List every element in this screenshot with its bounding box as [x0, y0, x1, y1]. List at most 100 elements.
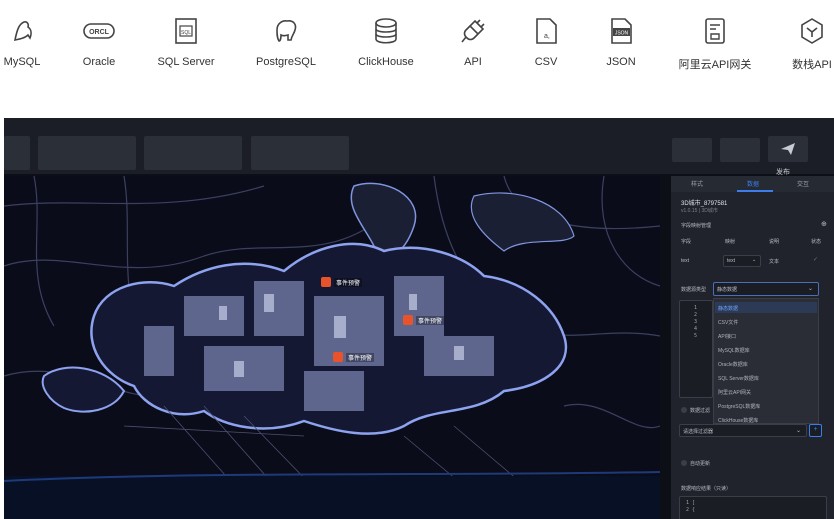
response-label: 数据响应结果（只读） [681, 486, 732, 492]
active-tab-indicator [737, 190, 773, 192]
chevron-down-icon: ⌄ [796, 428, 802, 434]
source-shuzhan-api[interactable]: 数栈API [770, 14, 834, 84]
source-label: API [464, 56, 482, 68]
source-label: CSV [534, 56, 558, 68]
option-sqlserver[interactable]: SQL Server数据库 [718, 375, 759, 382]
source-sqlserver[interactable]: SQL SQL Server [144, 14, 228, 84]
mapping-select[interactable]: text ⌄ [723, 255, 761, 267]
check-icon: ✓ [813, 257, 819, 263]
toolbar-button[interactable] [144, 136, 242, 170]
sql-file-icon: SQL [166, 14, 206, 48]
panel-tabs: 样式 数据 交互 [671, 176, 834, 192]
line-number: 1 [694, 305, 698, 311]
tab-data[interactable]: 数据 [747, 179, 759, 188]
toolbar-button[interactable] [672, 138, 712, 162]
oracle-icon: ORCL [79, 14, 119, 48]
option-mysql[interactable]: MySQL数据库 [718, 347, 750, 354]
hexagon-icon [792, 14, 832, 48]
plug-icon [453, 14, 493, 48]
option-oracle[interactable]: Oracle数据库 [718, 361, 748, 368]
add-icon[interactable]: ⊕ [821, 220, 827, 228]
source-api[interactable]: API [431, 14, 515, 84]
option-clickhouse[interactable]: ClickHouse数据库 [718, 417, 758, 424]
mapping-value: text [727, 258, 736, 264]
warning-marker-icon [403, 315, 413, 325]
warning-marker-icon [321, 277, 331, 287]
source-type-select[interactable]: 静态数据 ⌄ [713, 282, 819, 296]
component-version: v1.0.15 | 3D城市 [681, 208, 718, 214]
filter-select[interactable]: 请选择过滤器 ⌄ [679, 424, 807, 437]
editor-toolbar: 发布 [4, 118, 834, 176]
field-mapping-title: 字段映射管理 [681, 223, 712, 229]
filter-placeholder: 请选择过滤器 [683, 429, 714, 435]
pin-label: 事件预警 [416, 315, 445, 325]
source-type-label: 数据源类型 [681, 287, 707, 293]
source-label: ClickHouse [358, 56, 414, 68]
source-type-value: 静态数据 [717, 287, 738, 293]
auto-update-toggle[interactable] [681, 460, 687, 466]
toolbar-button[interactable] [4, 136, 30, 170]
dolphin-icon [2, 14, 42, 48]
option-aliyun[interactable]: 阿里云API网关 [718, 389, 751, 396]
source-oracle[interactable]: ORCL Oracle [57, 14, 141, 84]
datasource-row: MySQL ORCL Oracle SQL SQL Server Postgre… [0, 0, 834, 96]
option-postgresql[interactable]: PostgreSQL数据库 [718, 403, 760, 410]
option-csv[interactable]: CSV文件 [718, 319, 738, 326]
svg-text:SQL: SQL [181, 30, 191, 36]
line-number: 5 [694, 333, 698, 339]
tab-interaction[interactable]: 交互 [797, 179, 809, 188]
toolbar-button[interactable] [720, 138, 760, 162]
pin-label: 事件预警 [334, 277, 363, 287]
source-postgresql[interactable]: PostgreSQL [244, 14, 328, 84]
filter-label: 数据过滤 [690, 408, 711, 414]
source-type-dropdown: 静态数据 CSV文件 API接口 MySQL数据库 Oracle数据库 SQL … [713, 298, 819, 424]
map-pin[interactable]: 事件预警 [403, 315, 445, 325]
source-csv[interactable]: a, CSV [504, 14, 588, 84]
auto-update-label: 自动更新 [690, 461, 711, 467]
row-field: text [681, 258, 690, 264]
svg-text:ORCL: ORCL [89, 29, 110, 36]
tab-style[interactable]: 样式 [691, 179, 703, 188]
svg-text:a,: a, [544, 33, 550, 40]
source-clickhouse[interactable]: ClickHouse [344, 14, 428, 84]
config-panel: 样式 数据 交互 3D城市_8797581 v1.0.15 | 3D城市 字段映… [671, 176, 834, 519]
chevron-down-icon: ⌄ [752, 257, 757, 263]
source-label: JSON [606, 56, 636, 68]
map-illustration [4, 176, 660, 519]
toolbar-button[interactable] [251, 136, 349, 170]
response-line: 2 { [686, 507, 696, 513]
chevron-down-icon: ⌄ [808, 286, 814, 292]
line-number: 2 [694, 312, 698, 318]
send-icon [781, 143, 795, 155]
svg-text:JSON: JSON [615, 31, 629, 37]
source-label: SQL Server [157, 56, 215, 68]
add-filter-button[interactable]: + [809, 424, 822, 437]
source-mysql[interactable]: MySQL [0, 14, 64, 84]
line-number: 4 [694, 326, 698, 332]
response-viewer: 1 [ 2 { [679, 496, 827, 519]
toolbar-button[interactable] [38, 136, 136, 170]
map-pin[interactable]: 事件预警 [321, 277, 363, 287]
column-status: 状态 [811, 239, 822, 245]
warning-marker-icon [333, 352, 343, 362]
map-pin[interactable]: 事件预警 [333, 352, 375, 362]
option-api[interactable]: API接口 [718, 333, 736, 340]
source-aliyun-gateway[interactable]: 阿里云API网关 [673, 14, 757, 84]
source-label: 数栈API [792, 59, 832, 71]
filter-toggle[interactable] [681, 407, 687, 413]
column-field: 字段 [681, 239, 692, 245]
option-static[interactable]: 静态数据 [718, 305, 738, 312]
source-label: Oracle [82, 56, 116, 68]
gateway-icon [695, 14, 735, 48]
csv-file-icon: a, [526, 14, 566, 48]
source-json[interactable]: JSON JSON [579, 14, 663, 84]
code-editor[interactable]: 1 2 3 4 5 [679, 300, 713, 398]
elephant-icon [266, 14, 306, 48]
response-line: 1 [ [686, 500, 696, 506]
publish-button[interactable] [768, 136, 808, 162]
source-label: MySQL [3, 56, 41, 68]
city-map-preview: 事件预警 事件预警 事件预警 [4, 176, 660, 519]
column-mapping: 映射 [725, 239, 736, 245]
editor-screenshot: 发布 事件预警 事件预警 事件预警 样式 数据 交互 3D城市_8797581 … [4, 118, 834, 519]
database-icon [366, 14, 406, 48]
